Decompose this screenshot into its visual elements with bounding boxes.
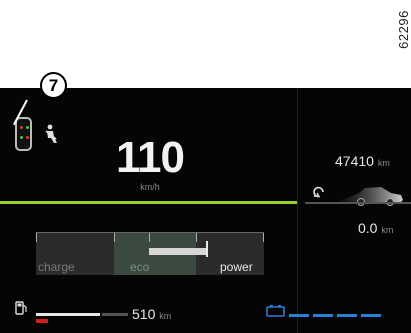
fuel-reserve-marker (36, 319, 48, 323)
gauge-label-eco: eco (130, 260, 150, 274)
trip-meter: 0.0 km (358, 220, 393, 236)
battery-level-segment (313, 314, 333, 317)
fuel-level-bar (36, 313, 100, 316)
odometer: 47410 km (335, 153, 390, 169)
trip-divider-line (305, 202, 411, 204)
power-level-bar (149, 248, 206, 255)
fuel-range-unit: km (159, 311, 172, 321)
gauge-label-charge: charge (38, 260, 75, 274)
fuel-range-value: 510 (132, 306, 156, 322)
figure-reference-code: 62296 (396, 10, 411, 49)
trip-unit: km (381, 225, 394, 235)
gauge-label-power: power (220, 260, 253, 274)
eco-accent-line (0, 201, 297, 204)
speed-unit: km/h (140, 182, 160, 192)
battery-level-segment (337, 314, 357, 317)
fuel-range: 510 km (132, 306, 171, 322)
battery-level-segment (289, 314, 309, 317)
power-gauge: charge eco power (36, 232, 264, 275)
fuel-gauge-empty (102, 313, 128, 316)
speed-readout: 110 (116, 133, 185, 182)
car-door-open-icon (15, 117, 32, 151)
odometer-unit: km (377, 158, 390, 168)
battery-level-segment (361, 314, 381, 317)
trip-value: 0.0 (358, 220, 378, 236)
gauge-tick (149, 233, 150, 242)
gauge-tick (114, 233, 115, 242)
power-needle (206, 241, 208, 257)
fuel-pump-icon (15, 301, 27, 315)
callout-marker: 7 (40, 72, 67, 99)
odometer-value: 47410 (335, 153, 374, 169)
instrument-cluster-display (0, 88, 411, 333)
seatbelt-warning-icon (45, 124, 57, 143)
gauge-tick (263, 233, 264, 242)
gauge-tick (36, 233, 37, 242)
gauge-tick (196, 233, 197, 242)
battery-icon (266, 305, 285, 317)
panel-divider (297, 88, 298, 333)
trip-loop-icon (313, 186, 324, 198)
